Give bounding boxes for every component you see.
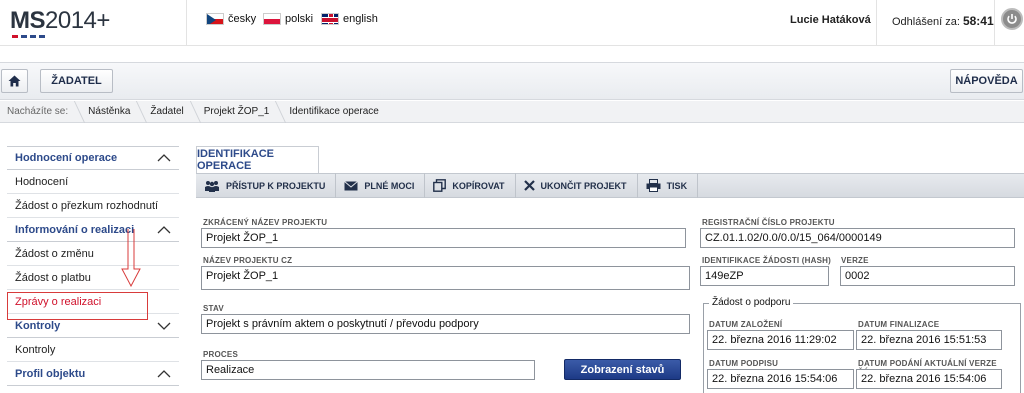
copy-icon: [433, 179, 447, 192]
lang-english-label: english: [343, 13, 378, 25]
sidebar-section-title: Hodnocení operace: [15, 152, 118, 164]
proces-field[interactable]: Realizace: [201, 360, 535, 380]
hash-label: IDENTIFIKACE ŽÁDOSTI (HASH): [702, 256, 831, 265]
close-icon: [523, 180, 535, 191]
header-divider: [186, 0, 187, 46]
hash-field[interactable]: 149eZP: [700, 266, 829, 286]
name-cz-label: NÁZEV PROJEKTU CZ: [203, 256, 293, 265]
datum-podpisu-field[interactable]: 22. března 2016 15:54:06: [707, 369, 854, 389]
lang-polish[interactable]: polski: [263, 13, 313, 25]
header-divider: [876, 0, 877, 46]
ukoncit-projekt-button[interactable]: UKONČIT PROJEKT: [516, 173, 638, 198]
datum-finalizace-label: DATUM FINALIZACE: [858, 320, 940, 329]
zobrazeni-stavu-button[interactable]: Zobrazení stavů: [564, 359, 681, 380]
name-cz-field[interactable]: Projekt ŽOP_1: [201, 266, 690, 290]
user-name: Lucie Hatáková: [790, 14, 871, 26]
breadcrumb: Nacházíte se: Nástěnka Žadatel Projekt Ž…: [0, 101, 1024, 123]
logout-countdown: Odhlášení za: 58:41: [892, 14, 994, 28]
sidebar-item-zadost-o-prezkum[interactable]: Žádost o přezkum rozhodnutí: [7, 194, 179, 218]
sidebar-section-title: Kontroly: [15, 319, 61, 332]
ms2014-logo[interactable]: MS2014+: [10, 7, 180, 39]
kopirovat-button[interactable]: KOPÍROVAT: [425, 173, 516, 198]
czech-flag-icon: [206, 13, 224, 25]
zadatel-button[interactable]: ŽADATEL: [40, 69, 113, 93]
chevron-up-icon: [157, 225, 171, 233]
plne-moci-button[interactable]: PLNÉ MOCI: [336, 173, 426, 198]
short-name-label: ZKRÁCENÝ NÁZEV PROJEKTU: [203, 218, 328, 227]
breadcrumb-item-nastenka[interactable]: Nástěnka: [80, 101, 142, 123]
envelope-icon: [344, 180, 359, 190]
sidebar-section-hodnoceni[interactable]: Hodnocení operace: [7, 146, 179, 170]
polish-flag-icon: [263, 13, 281, 25]
logout-timer: 58:41: [962, 14, 994, 28]
sidebar-item-zadost-o-platbu[interactable]: Žádost o platbu: [7, 266, 179, 290]
main-toolbar: PŘÍSTUP K PROJEKTU PLNÉ MOCI KOPÍROVAT U…: [196, 173, 1024, 198]
chevron-up-icon: [157, 369, 171, 377]
lang-english[interactable]: english: [321, 13, 378, 25]
print-icon: [646, 179, 661, 192]
sidebar-section-profil[interactable]: Profil objektu: [7, 362, 179, 386]
sidebar-section-title: Informování o realizaci: [15, 223, 135, 236]
home-button[interactable]: [1, 69, 28, 93]
datum-podpisu-label: DATUM PODPISU: [709, 359, 779, 368]
tool-label: PŘÍSTUP K PROJEKTU: [226, 180, 326, 191]
logo-ms: MS: [10, 7, 46, 34]
verze-label: VERZE: [841, 256, 869, 265]
sidebar: Hodnocení operace Hodnocení Žádost o pře…: [7, 146, 179, 386]
power-icon[interactable]: [1001, 8, 1023, 30]
stav-label: STAV: [203, 304, 224, 313]
tool-label: KOPÍROVAT: [452, 180, 505, 191]
napoveda-button[interactable]: NÁPOVĚDA: [950, 69, 1023, 93]
breadcrumb-item-projekt[interactable]: Projekt ŽOP_1: [196, 101, 282, 123]
datum-zalozeni-field[interactable]: 22. března 2016 11:29:02: [707, 330, 854, 350]
home-icon: [8, 75, 21, 87]
tisk-button[interactable]: TISK: [638, 173, 699, 198]
sidebar-item-hodnoceni[interactable]: Hodnocení: [7, 170, 179, 194]
chevron-up-icon: [157, 154, 171, 162]
top-header: MS2014+ česky polski english Lucie Haták…: [0, 0, 1024, 46]
sidebar-section-informovani[interactable]: Informování o realizaci: [7, 218, 179, 242]
datum-finalizace-field[interactable]: 22. března 2016 15:51:53: [856, 330, 1002, 350]
reg-number-field[interactable]: CZ.01.1.02/0.0/0.0/15_064/0000149: [700, 228, 1015, 248]
logo-year: 2014+: [45, 7, 110, 34]
lang-czech-label: česky: [228, 13, 257, 25]
tool-label: PLNÉ MOCI: [364, 180, 415, 191]
logout-label: Odhlášení za:: [892, 16, 960, 28]
uk-flag-icon: [321, 13, 339, 25]
verze-field[interactable]: 0002: [840, 266, 1015, 286]
short-name-field[interactable]: Projekt ŽOP_1: [201, 228, 686, 248]
breadcrumb-item-current: Identifikace operace: [289, 106, 379, 117]
header-divider: [994, 0, 995, 46]
datum-zalozeni-label: DATUM ZALOŽENÍ: [709, 320, 783, 329]
chevron-down-icon: [157, 322, 171, 330]
tab-identifikace-operace[interactable]: IDENTIFIKACE OPERACE: [196, 146, 319, 173]
breadcrumb-label: Nacházíte se:: [0, 101, 80, 123]
annotation-arrow-icon: [121, 229, 141, 287]
tool-label: TISK: [666, 180, 688, 191]
sidebar-item-kontroly[interactable]: Kontroly: [7, 338, 179, 362]
zadost-legend: Žádost o podporu: [709, 297, 794, 308]
action-bar: ŽADATEL NÁPOVĚDA: [0, 62, 1024, 100]
sidebar-section-title: Profil objektu: [15, 367, 86, 380]
lang-czech[interactable]: česky: [206, 13, 256, 25]
logo-bars: [12, 35, 45, 38]
people-icon: [205, 180, 219, 192]
lang-polish-label: polski: [285, 13, 314, 25]
pristup-k-projektu-button[interactable]: PŘÍSTUP K PROJEKTU: [196, 173, 337, 198]
proces-label: PROCES: [203, 350, 238, 359]
stav-field[interactable]: Projekt s právním aktem o poskytnutí / p…: [201, 314, 690, 334]
breadcrumb-item-zadatel[interactable]: Žadatel: [142, 101, 195, 123]
datum-podani-field[interactable]: 22. března 2016 15:54:06: [856, 369, 1002, 389]
tool-label: UKONČIT PROJEKT: [540, 180, 627, 191]
sidebar-item-zadost-o-zmenu[interactable]: Žádost o změnu: [7, 242, 179, 266]
reg-number-label: REGISTRAČNÍ ČÍSLO PROJEKTU: [702, 218, 835, 227]
annotation-highlight-box: [7, 292, 148, 320]
